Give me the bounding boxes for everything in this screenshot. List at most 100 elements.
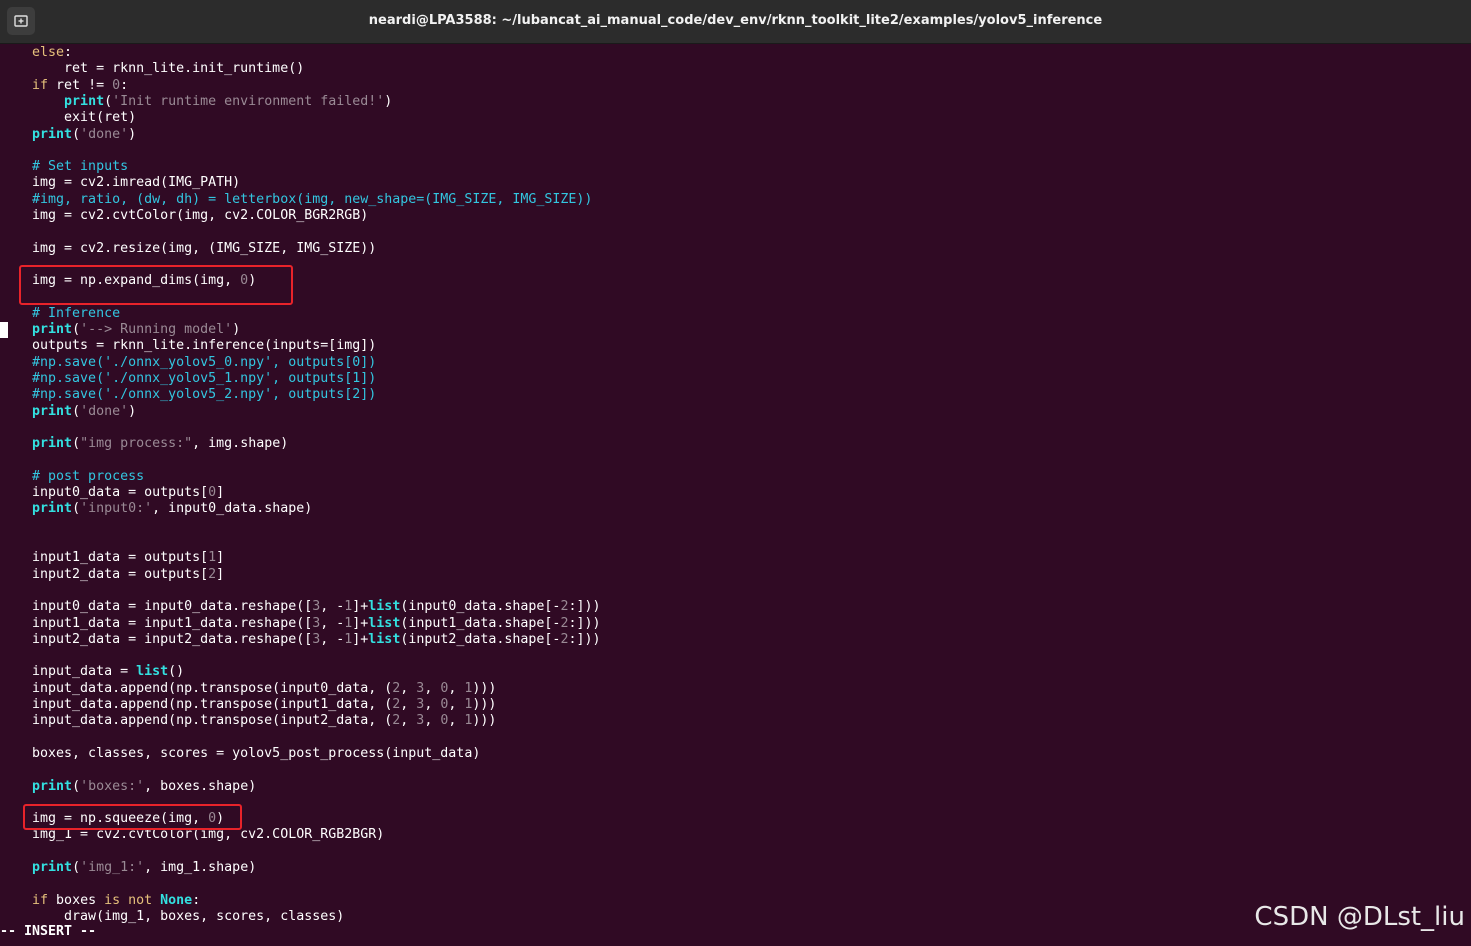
window-title: neardi@LPA3588: ~/lubancat_ai_manual_cod… (368, 13, 1103, 28)
code-token: 'input0:' (80, 501, 153, 517)
code-line: outputs = rknn_lite.inference(inputs=[im… (0, 338, 376, 354)
code-line: input0_data = outputs[0] (0, 485, 224, 501)
code-token: # Set inputs (0, 159, 129, 175)
code-line: #img, ratio, (dw, dh) = letterbox(img, n… (0, 192, 592, 208)
code-token: input0_data = outputs[ (0, 485, 209, 501)
code-token: (input2_data.shape[- (400, 631, 561, 647)
code-token: ) (128, 403, 137, 419)
code-token: : (120, 77, 129, 93)
code-line: print('Init runtime environment failed!'… (0, 94, 392, 110)
code-token: ))) (472, 697, 497, 712)
code-token: (input0_data.shape[- (400, 599, 561, 615)
code-line: #np.save('./onnx_yolov5_0.npy', outputs[… (0, 355, 376, 371)
code-token: #np.save('./onnx_yolov5_2.npy', outputs[… (0, 387, 377, 403)
code-line: img = cv2.cvtColor(img, cv2.COLOR_BGR2RG… (0, 208, 368, 224)
code-token: ( (72, 860, 81, 875)
code-token: print (32, 322, 73, 338)
code-token: if (0, 77, 49, 93)
code-token: ( (104, 93, 113, 109)
highlight-box-squeeze (23, 804, 242, 830)
code-token: input2_data = input2_data.reshape([ (0, 631, 313, 647)
vim-mode-indicator: -- INSERT -- (0, 924, 97, 939)
code-line: print('--> Running model') (0, 322, 240, 338)
code-token: , - (320, 615, 345, 631)
watermark: CSDN @DLst_liu (1254, 902, 1465, 932)
code-token: : (64, 45, 73, 60)
code-token: outputs = rknn_lite.inference(inputs=[im… (0, 338, 377, 354)
code-token: , input0_data.shape) (152, 501, 313, 517)
code-token: : (192, 892, 201, 908)
code-line: input2_data = input2_data.reshape([3, -1… (0, 632, 600, 648)
code-token: , (424, 680, 441, 696)
code-line: draw(img_1, boxes, scores, classes) (0, 909, 344, 925)
code-token: img = cv2.cvtColor(img, cv2.COLOR_BGR2RG… (0, 208, 369, 223)
code-token: # Inference (0, 305, 121, 321)
code-line: img = cv2.imread(IMG_PATH) (0, 175, 240, 191)
code-token: print (32, 436, 73, 452)
code-token: ))) (472, 680, 497, 696)
code-token: list (368, 631, 401, 647)
code-token: , (448, 697, 465, 712)
code-token: , (424, 713, 441, 729)
code-token: print (64, 93, 105, 109)
code-token: 0 (112, 77, 121, 93)
code-token: 'done' (80, 126, 129, 142)
code-token: ret = rknn_lite.init_runtime() (0, 61, 305, 77)
code-line: input_data.append(np.transpose(input1_da… (0, 697, 496, 713)
code-token: img = cv2.resize(img, (IMG_SIZE, IMG_SIZ… (0, 240, 377, 256)
code-line: input0_data = input0_data.reshape([3, -1… (0, 599, 600, 615)
code-token: ( (72, 126, 81, 142)
code-token: ]+ (352, 615, 369, 631)
code-line: img = cv2.resize(img, (IMG_SIZE, IMG_SIZ… (0, 241, 376, 257)
code-token: :])) (568, 615, 601, 631)
code-token: 1 (208, 550, 217, 566)
code-line: if ret != 0: (0, 78, 128, 94)
code-token: :])) (568, 599, 601, 615)
code-token: , - (320, 631, 345, 647)
code-line: input_data.append(np.transpose(input0_da… (0, 681, 496, 697)
code-token: ( (72, 436, 81, 452)
code-token: :])) (568, 631, 601, 647)
code-token: list (136, 664, 169, 680)
code-token: # post process (0, 468, 145, 484)
code-token: #img, ratio, (dw, dh) = letterbox(img, n… (0, 191, 593, 207)
code-token: 'img_1:' (80, 860, 145, 875)
code-token: () (168, 664, 185, 680)
code-line: input2_data = outputs[2] (0, 567, 224, 583)
code-token: , - (320, 599, 345, 615)
code-token: input0_data = input0_data.reshape([ (0, 599, 313, 615)
code-token: img = cv2.imread(IMG_PATH) (0, 175, 241, 191)
code-token: , img.shape) (192, 436, 289, 452)
code-token: 0 (208, 485, 217, 501)
code-token: , (400, 697, 417, 712)
code-token: draw(img_1, boxes, scores, classes) (0, 908, 345, 924)
code-token: ) (232, 322, 241, 338)
code-token: ] (216, 566, 225, 582)
code-token: input_data.append(np.transpose(input2_da… (0, 713, 393, 729)
code-token: (input1_data.shape[- (400, 615, 561, 631)
code-token: '--> Running model' (80, 322, 233, 338)
code-token: list (368, 599, 401, 615)
code-token: 2 (208, 566, 217, 582)
code-line: input1_data = outputs[1] (0, 550, 224, 566)
code-line: boxes, classes, scores = yolov5_post_pro… (0, 746, 480, 762)
code-token: input_data.append(np.transpose(input0_da… (0, 680, 393, 696)
code-line: # Set inputs (0, 159, 128, 175)
code-token: #np.save('./onnx_yolov5_0.npy', outputs[… (0, 354, 377, 370)
code-token: input2_data = outputs[ (0, 566, 209, 582)
code-token: ] (216, 550, 225, 566)
code-line: #np.save('./onnx_yolov5_2.npy', outputs[… (0, 387, 376, 403)
code-token: , (400, 713, 417, 729)
code-line: exit(ret) (0, 110, 136, 126)
code-token: , boxes.shape) (144, 778, 257, 794)
code-token: , (448, 713, 465, 729)
code-token: print (32, 403, 73, 419)
text-cursor (0, 322, 8, 338)
code-token: if (0, 892, 49, 908)
code-line: # post process (0, 469, 144, 485)
